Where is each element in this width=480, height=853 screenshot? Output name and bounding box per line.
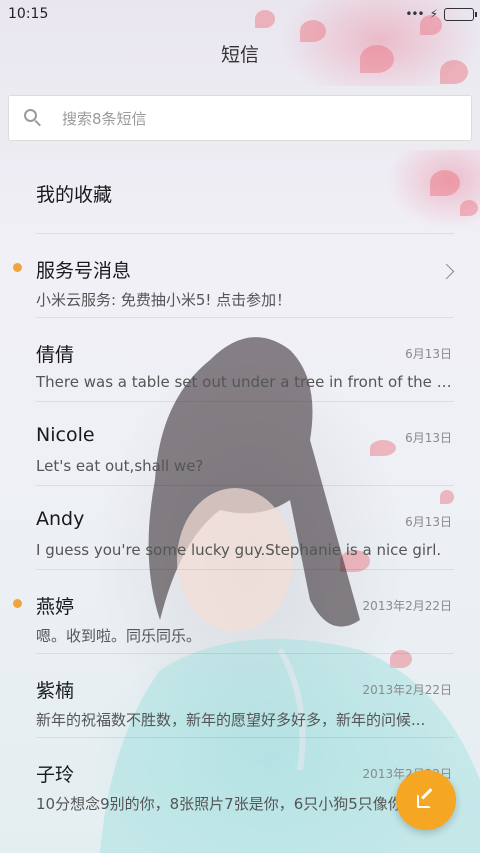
conversation-date: 2013年2月22日: [362, 599, 452, 613]
conversation-preview: 小米云服务: 免费抽小米5! 点击参加！: [36, 291, 292, 309]
conversation-preview: Let's eat out,shall we?: [36, 457, 204, 475]
status-icons: ••• ⚡: [405, 6, 477, 22]
page-title: 短信: [220, 44, 259, 66]
signal-dots-icon: •••: [405, 7, 424, 21]
compose-icon: [417, 788, 435, 809]
list-item[interactable]: 紫楠 2013年2月22日 新年的祝福数不胜数，新年的愿望好多好多，新年的问候.…: [0, 654, 480, 738]
search-placeholder: 搜索8条短信: [62, 109, 147, 128]
search-bar: 搜索8条短信: [0, 86, 480, 150]
list-item[interactable]: Andy 6月13日 I guess you're some lucky guy…: [0, 486, 480, 570]
list-item-service-messages[interactable]: 服务号消息 小米云服务: 免费抽小米5! 点击参加！: [0, 234, 480, 318]
conversation-list: 我的收藏 服务号消息 小米云服务: 免费抽小米5! 点击参加！ 倩倩 6月13日…: [0, 150, 480, 822]
chevron-right-icon: [438, 263, 455, 280]
conversation-preview: I guess you're some lucky guy.Stephanie …: [36, 541, 442, 559]
list-item[interactable]: 燕婷 2013年2月22日 嗯。收到啦。同乐同乐。: [0, 570, 480, 654]
list-item-favorites[interactable]: 我的收藏: [0, 150, 480, 234]
list-item[interactable]: 倩倩 6月13日 There was a table set out under…: [0, 318, 480, 402]
conversation-name: 子玲: [36, 764, 75, 786]
conversation-name: 服务号消息: [36, 260, 132, 282]
conversation-preview: 嗯。收到啦。同乐同乐。: [36, 627, 202, 645]
conversation-preview: 新年的祝福数不胜数，新年的愿望好多好多，新年的问候...: [36, 711, 426, 729]
list-item[interactable]: Nicole 6月13日 Let's eat out,shall we?: [0, 402, 480, 486]
search-input[interactable]: 搜索8条短信: [8, 95, 472, 141]
battery-icon: [444, 7, 477, 21]
conversation-preview: 10分想念9别的你，8张照片7张是你，6只小狗5只像你: [36, 795, 403, 813]
conversation-date: 6月13日: [405, 431, 452, 445]
conversation-date: 2013年2月22日: [362, 683, 452, 697]
conversation-name: 我的收藏: [36, 184, 113, 206]
search-icon: [24, 109, 42, 127]
conversation-name: Andy: [36, 508, 85, 530]
conversation-date: 6月13日: [405, 347, 452, 361]
conversation-date: 6月13日: [405, 515, 452, 529]
compose-button[interactable]: [396, 770, 456, 830]
conversation-name: 倩倩: [36, 344, 75, 366]
conversation-preview: There was a table set out under a tree i…: [36, 373, 454, 391]
status-bar: 10:15 ••• ⚡: [0, 0, 480, 30]
conversation-name: Nicole: [36, 424, 95, 446]
conversation-name: 紫楠: [36, 680, 75, 702]
conversation-name: 燕婷: [36, 596, 75, 618]
status-time: 10:15: [8, 6, 49, 22]
unread-dot-icon: [13, 263, 22, 272]
charging-bolt-icon: ⚡: [429, 7, 438, 21]
unread-dot-icon: [13, 599, 22, 608]
